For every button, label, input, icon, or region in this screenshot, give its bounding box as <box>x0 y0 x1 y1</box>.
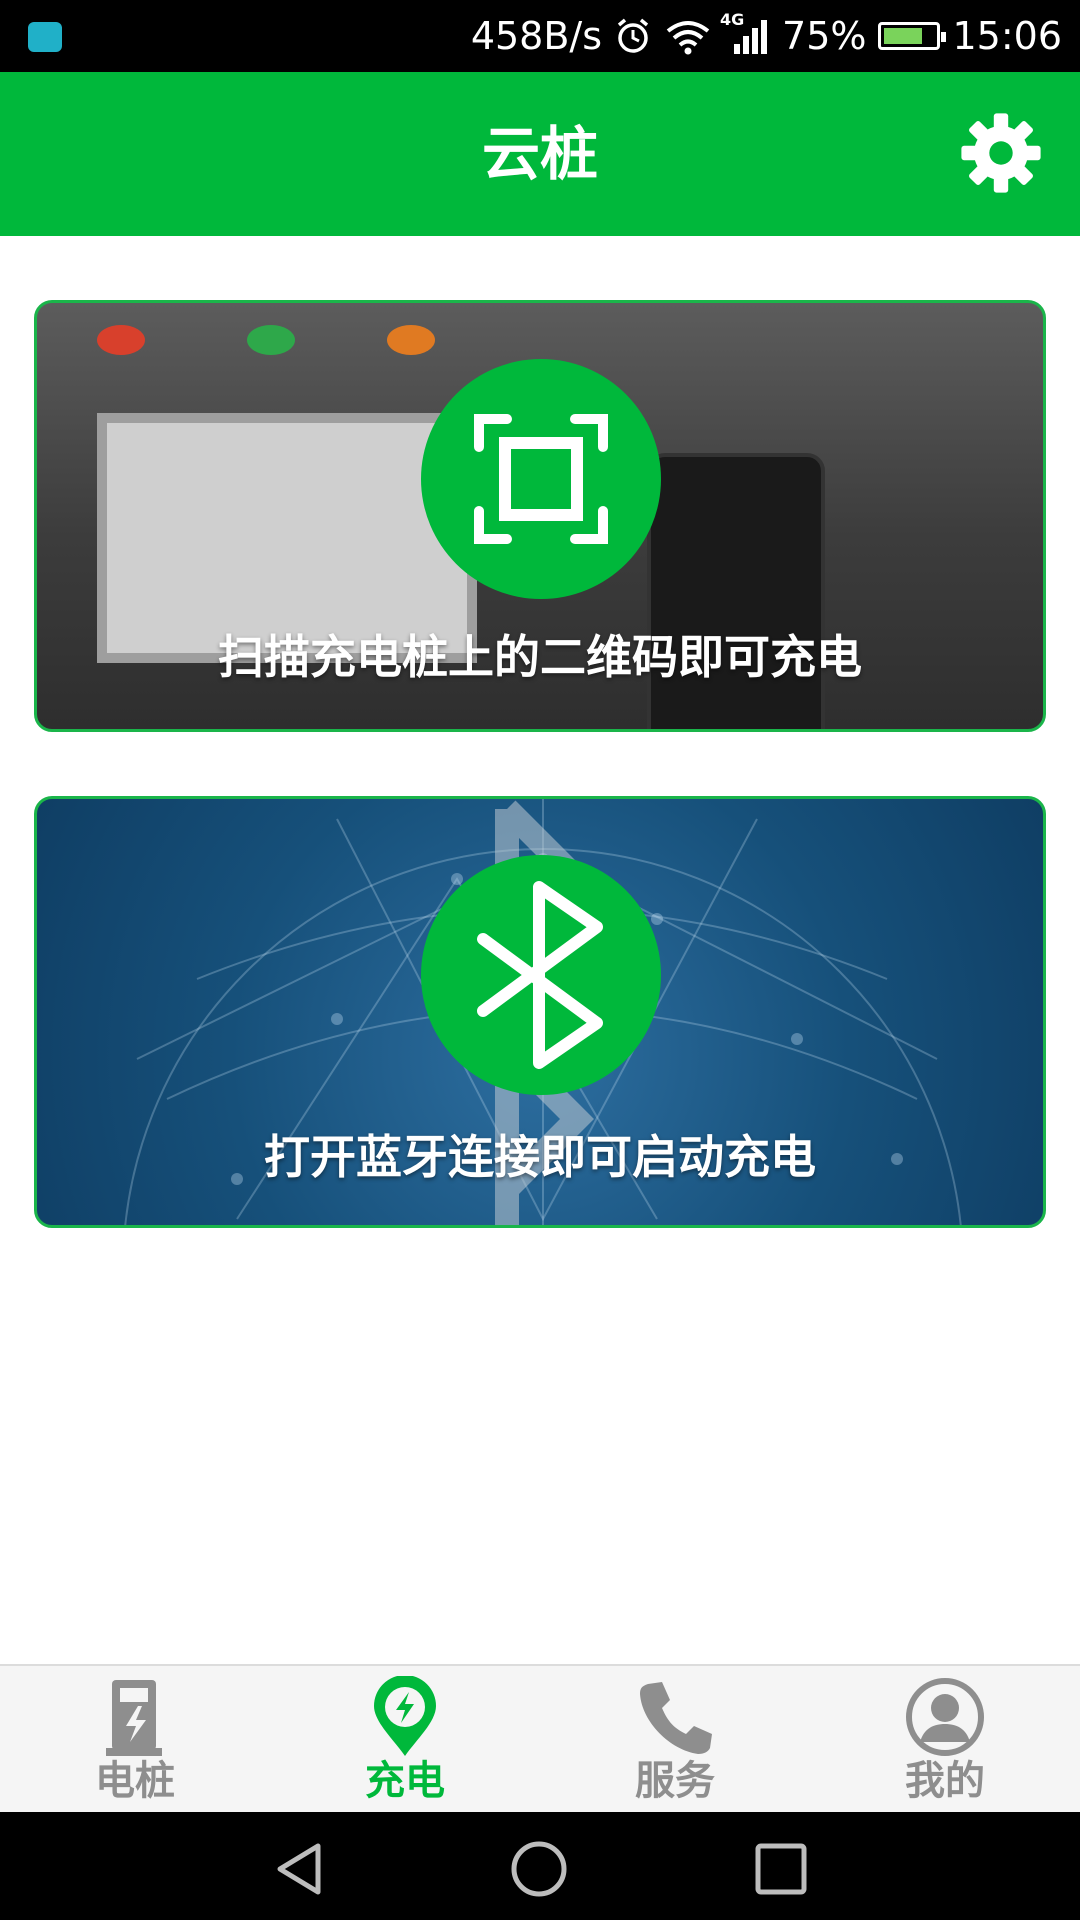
nav-item-service[interactable]: 服务 <box>540 1666 810 1812</box>
clock: 15:06 <box>952 14 1062 58</box>
user-icon <box>906 1678 984 1756</box>
nav-item-charging-pile[interactable]: 电桩 <box>0 1666 270 1812</box>
alarm-icon <box>617 18 649 53</box>
page-title: 云桩 <box>481 120 598 188</box>
bluetooth-icon <box>477 881 603 1069</box>
nav-label-charging-pile: 电桩 <box>95 1758 175 1804</box>
wifi-icon <box>666 21 710 55</box>
network-speed: 458B/s <box>470 14 603 58</box>
battery-percent: 75% <box>782 14 867 58</box>
qr-scan-icon <box>474 414 608 544</box>
phone-icon <box>640 1682 712 1754</box>
android-app-icon <box>28 22 62 52</box>
system-navigation-bar <box>0 1812 1080 1920</box>
bluetooth-button[interactable] <box>421 855 661 1095</box>
nav-item-charge[interactable]: 充电 <box>270 1666 540 1812</box>
charging-pile-icon <box>106 1680 162 1756</box>
bottom-navigation: 电桩 充电 服务 我的 <box>0 1664 1080 1812</box>
nav-label-service: 服务 <box>635 1758 715 1804</box>
charge-location-icon <box>374 1676 436 1756</box>
phone-photo <box>647 453 825 729</box>
cellular-signal-icon: 4G <box>720 10 770 56</box>
status-bar: 458B/s 4G 75% 15:06 <box>0 0 1080 72</box>
scan-button[interactable] <box>421 359 661 599</box>
status-indicators: 458B/s 4G 75% 15:06 <box>471 0 1062 72</box>
battery-icon <box>878 22 947 50</box>
app-bar: 云桩 <box>0 72 1080 236</box>
gear-icon[interactable] <box>956 108 1046 198</box>
bluetooth-card[interactable]: 打开蓝牙连接即可启动充电 <box>34 796 1046 1228</box>
nav-item-mine[interactable]: 我的 <box>810 1666 1080 1812</box>
home-icon[interactable] <box>510 1840 568 1898</box>
nav-label-mine: 我的 <box>905 1758 985 1804</box>
scan-card-label: 扫描充电桩上的二维码即可充电 <box>218 630 862 684</box>
scan-qr-card[interactable]: 扫描充电桩上的二维码即可充电 <box>34 300 1046 732</box>
nav-label-charge: 充电 <box>365 1758 445 1804</box>
recents-icon[interactable] <box>752 1840 810 1898</box>
back-icon[interactable] <box>270 1840 328 1898</box>
bluetooth-card-label: 打开蓝牙连接即可启动充电 <box>264 1130 816 1184</box>
